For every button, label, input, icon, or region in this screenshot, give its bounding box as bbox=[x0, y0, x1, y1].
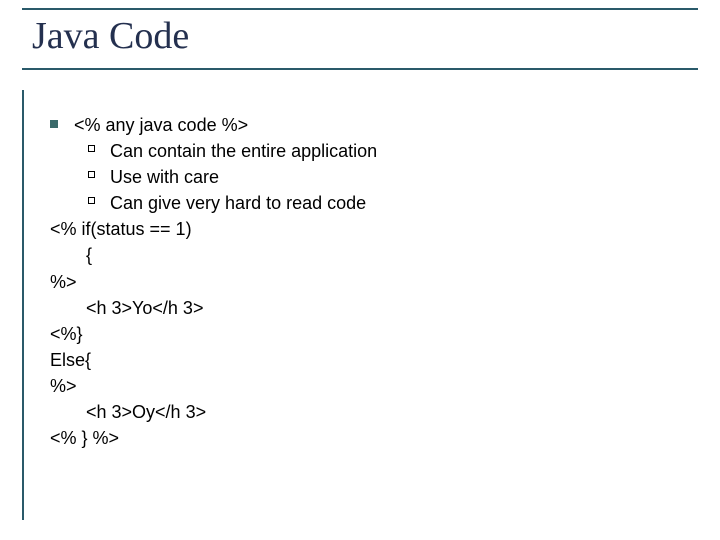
code-line: <% if(status == 1) bbox=[40, 216, 680, 242]
body-content: <% any java code %> Can contain the enti… bbox=[40, 112, 680, 451]
square-bullet-icon bbox=[50, 120, 58, 128]
code-line: <h 3>Yo</h 3> bbox=[40, 295, 680, 321]
sub3-text: Can give very hard to read code bbox=[110, 193, 366, 213]
bullet-level2: Can give very hard to read code bbox=[40, 190, 680, 216]
code-line: Else{ bbox=[40, 347, 680, 373]
slide: Java Code <% any java code %> Can contai… bbox=[0, 0, 720, 540]
bullet-level1: <% any java code %> bbox=[40, 112, 680, 138]
title-container: Java Code bbox=[22, 8, 698, 70]
sub2-text: Use with care bbox=[110, 167, 219, 187]
code-line: %> bbox=[40, 373, 680, 399]
code-line: <% } %> bbox=[40, 425, 680, 451]
bullet-level2: Can contain the entire application bbox=[40, 138, 680, 164]
hollow-square-bullet-icon bbox=[88, 171, 95, 178]
bullet-level2: Use with care bbox=[40, 164, 680, 190]
hollow-square-bullet-icon bbox=[88, 197, 95, 204]
code-line: %> bbox=[40, 269, 680, 295]
bullet1-text: <% any java code %> bbox=[74, 115, 248, 135]
code-line: <%} bbox=[40, 321, 680, 347]
slide-title: Java Code bbox=[32, 16, 698, 58]
hollow-square-bullet-icon bbox=[88, 145, 95, 152]
code-line: { bbox=[40, 242, 680, 268]
code-line: <h 3>Oy</h 3> bbox=[40, 399, 680, 425]
sub1-text: Can contain the entire application bbox=[110, 141, 377, 161]
left-rule bbox=[22, 90, 24, 520]
